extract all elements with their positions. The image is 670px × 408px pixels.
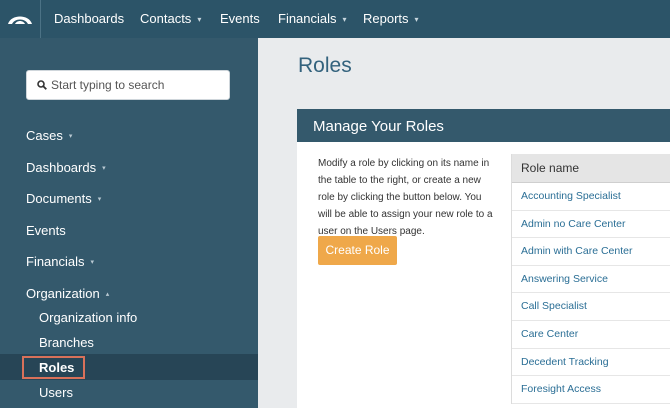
chevron-down-icon: ▾ bbox=[68, 133, 73, 140]
sidebar-item-label: Documents bbox=[26, 191, 92, 206]
nav-label: Dashboards bbox=[54, 11, 125, 26]
sidebar-item-documents[interactable]: Documents ▾ bbox=[26, 191, 101, 206]
search-icon bbox=[37, 80, 47, 90]
nav-label: Reports bbox=[363, 11, 409, 26]
sidebar-item-organization[interactable]: Organization ▴ bbox=[26, 286, 109, 301]
chevron-down-icon: ▾ bbox=[414, 15, 419, 24]
chevron-down-icon: ▾ bbox=[342, 15, 347, 24]
table-row[interactable]: Admin no Care Center bbox=[512, 211, 670, 239]
sidebar-subitem-label: Organization info bbox=[39, 310, 138, 325]
panel-title: Manage Your Roles bbox=[313, 118, 444, 135]
nav-dashboards[interactable]: Dashboards bbox=[54, 0, 124, 38]
sidebar-item-label: Dashboards bbox=[26, 160, 97, 175]
sidebar-subitem-label: Roles bbox=[39, 360, 75, 375]
column-header-role-name[interactable]: Role name bbox=[512, 154, 670, 183]
table-row[interactable]: Call Specialist bbox=[512, 293, 670, 321]
chevron-down-icon: ▾ bbox=[102, 165, 106, 172]
chevron-down-icon: ▾ bbox=[97, 196, 102, 203]
sidebar-item-cases[interactable]: Cases ▾ bbox=[26, 128, 72, 143]
table-row[interactable]: Accounting Specialist bbox=[512, 183, 670, 211]
top-navbar: Dashboards Contacts ▾ Events Financials ▾ … bbox=[0, 0, 670, 38]
nav-label: Contacts bbox=[140, 11, 192, 26]
sidebar-item-label: Financials bbox=[26, 254, 85, 269]
nav-label: Events bbox=[220, 11, 260, 26]
sidebar: Cases ▾ Dashboards ▾ Documents ▾ Events Fin… bbox=[0, 38, 258, 408]
panel-header: Manage Your Roles bbox=[297, 109, 670, 142]
chevron-down-icon: ▾ bbox=[197, 15, 202, 24]
chevron-up-icon: ▴ bbox=[105, 291, 110, 298]
sidebar-item-label: Organization bbox=[26, 286, 100, 301]
sidebar-subitem-branches[interactable]: Branches bbox=[39, 335, 94, 350]
sidebar-subitem-label: Users bbox=[39, 385, 73, 400]
sidebar-item-financials[interactable]: Financials ▾ bbox=[26, 254, 94, 269]
table-row[interactable]: Decedent Tracking bbox=[512, 349, 670, 377]
roles-table: Role name Accounting Specialist Admin no… bbox=[511, 154, 670, 404]
sidebar-subitem-label: Branches bbox=[39, 335, 94, 350]
chevron-down-icon: ▾ bbox=[90, 259, 95, 266]
sidebar-item-label: Cases bbox=[26, 128, 63, 143]
panel-description: Modify a role by clicking on its name in… bbox=[318, 158, 493, 237]
nav-contacts[interactable]: Contacts ▾ bbox=[140, 0, 201, 38]
sidebar-subitem-roles[interactable]: Roles bbox=[39, 360, 74, 375]
nav-financials[interactable]: Financials ▾ bbox=[278, 0, 347, 38]
nav-reports[interactable]: Reports ▾ bbox=[363, 0, 419, 38]
logo-icon bbox=[8, 16, 32, 24]
sidebar-search[interactable] bbox=[26, 70, 230, 100]
page-title: Roles bbox=[298, 54, 352, 77]
nav-label: Financials bbox=[278, 11, 337, 26]
search-input[interactable] bbox=[51, 71, 227, 99]
table-row[interactable]: Care Center bbox=[512, 321, 670, 349]
sidebar-item-label: Events bbox=[26, 223, 66, 238]
app-logo[interactable] bbox=[0, 0, 41, 38]
manage-roles-panel: Manage Your Roles Modify a role by click… bbox=[297, 109, 670, 408]
table-row[interactable]: Foresight Access bbox=[512, 376, 670, 404]
sidebar-subitem-organization-info[interactable]: Organization info bbox=[39, 310, 137, 325]
table-row[interactable]: Admin with Care Center bbox=[512, 238, 670, 266]
create-role-button[interactable]: Create Role bbox=[318, 236, 397, 265]
sidebar-subitem-users[interactable]: Users bbox=[39, 385, 73, 400]
table-row[interactable]: Answering Service bbox=[512, 266, 670, 294]
sidebar-item-events[interactable]: Events bbox=[26, 223, 66, 238]
nav-events[interactable]: Events bbox=[220, 0, 260, 38]
sidebar-item-dashboards[interactable]: Dashboards ▾ bbox=[26, 160, 106, 175]
